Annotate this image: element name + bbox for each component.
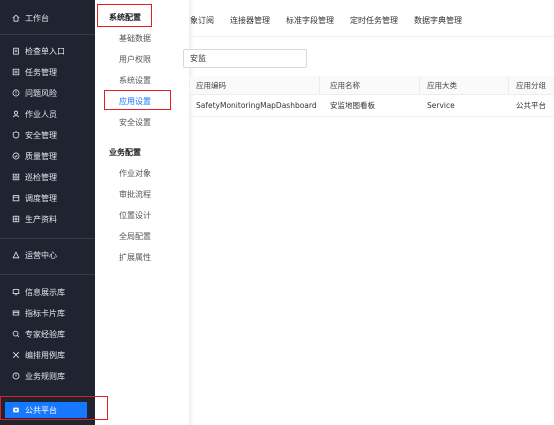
expert-icon <box>10 330 22 338</box>
sidebar-item-workers[interactable]: 作业人员 <box>0 106 95 122</box>
sidebar-item-label: 编排用例库 <box>25 350 65 360</box>
quality-icon <box>10 152 22 160</box>
sidebar-item-quality[interactable]: 质量管理 <box>0 148 95 164</box>
platform-icon <box>10 406 22 414</box>
sidebar-item-safety[interactable]: 安全管理 <box>0 127 95 143</box>
flyout-group-title: 业务配置 <box>109 148 141 157</box>
sidebar-item-label: 信息展示库 <box>25 287 65 297</box>
tab-scheduled-tasks[interactable]: 定时任务管理 <box>350 15 398 26</box>
sidebar-item-expert[interactable]: 专家经验库 <box>0 326 95 342</box>
flyout-item-location-design[interactable]: 位置设计 <box>119 210 151 221</box>
sidebar-item-label: 巡检管理 <box>25 172 57 182</box>
tab-connector-management[interactable]: 连接器管理 <box>230 15 270 26</box>
inspect-icon <box>10 173 22 181</box>
sidebar-item-label: 调度管理 <box>25 193 57 203</box>
flyout-item-user-permissions[interactable]: 用户权限 <box>119 54 151 65</box>
flyout-item-system-settings[interactable]: 系统设置 <box>119 75 151 86</box>
sidebar-item-business-rules[interactable]: 业务规则库 <box>0 368 95 384</box>
rule-icon <box>10 372 22 380</box>
sidebar-item-orchestration[interactable]: 编排用例库 <box>0 347 95 363</box>
sidebar-item-label: 指标卡片库 <box>25 308 65 318</box>
tab-bar-divider <box>190 36 554 37</box>
flyout-item-security-settings[interactable]: 安全设置 <box>119 117 151 128</box>
sidebar-divider <box>0 274 95 275</box>
sidebar-item-label: 业务规则库 <box>25 371 65 381</box>
ops-icon <box>10 251 22 259</box>
flyout-item-basic-data[interactable]: 基础数据 <box>119 33 151 44</box>
flyout-item-extended-attributes[interactable]: 扩展属性 <box>119 252 151 263</box>
tab-standard-fields[interactable]: 标准字段管理 <box>286 15 334 26</box>
sidebar-item-workbench[interactable]: 工作台 <box>0 10 95 26</box>
sidebar-item-label: 检查单入口 <box>25 46 65 56</box>
sidebar-item-label: 生产资料 <box>25 214 57 224</box>
user-icon <box>10 110 22 118</box>
material-icon <box>10 215 22 223</box>
sidebar-divider <box>0 238 95 239</box>
sidebar-divider <box>0 34 95 35</box>
sidebar-item-label: 质量管理 <box>25 151 57 161</box>
sidebar-item-label: 工作台 <box>25 13 49 23</box>
search-input[interactable] <box>183 49 307 68</box>
sidebar-item-ops-center[interactable]: 运营中心 <box>0 247 95 263</box>
sidebar-item-public-platform[interactable]: 公共平台 <box>5 402 87 418</box>
top-tab-bar: 象订阅 连接器管理 标准字段管理 定时任务管理 数据字典管理 <box>190 10 478 30</box>
flyout-group-title: 系统配置 <box>109 13 141 22</box>
sidebar-item-dispatch[interactable]: 调度管理 <box>0 190 95 206</box>
app-table: 应用编码 应用名称 应用大类 应用分组 SafetyMonitoringMapD… <box>190 76 554 117</box>
sidebar-item-label: 作业人员 <box>25 109 57 119</box>
schedule-icon <box>10 194 22 202</box>
table-row[interactable]: SafetyMonitoringMapDashboard 安监地图看板 Serv… <box>190 95 554 117</box>
sidebar-item-label: 安全管理 <box>25 130 57 140</box>
flyout-item-global-config[interactable]: 全局配置 <box>119 231 151 242</box>
tab-data-dictionary[interactable]: 数据字典管理 <box>414 15 462 26</box>
sidebar-item-info-display[interactable]: 信息展示库 <box>0 284 95 300</box>
cell-app-name: 安监地图看板 <box>330 101 375 110</box>
column-divider <box>508 76 509 94</box>
cell-app-group: 公共平台 <box>516 101 546 110</box>
column-divider <box>319 76 320 94</box>
sidebar-item-label: 公共平台 <box>25 405 57 415</box>
sidebar-item-tasks[interactable]: 任务管理 <box>0 64 95 80</box>
flyout-item-work-objects[interactable]: 作业对象 <box>119 168 151 179</box>
sidebar-item-inspection[interactable]: 巡检管理 <box>0 169 95 185</box>
display-icon <box>10 288 22 296</box>
column-header-app-name[interactable]: 应用名称 <box>330 76 360 94</box>
table-header: 应用编码 应用名称 应用大类 应用分组 <box>190 76 554 95</box>
flyout-item-app-settings[interactable]: 应用设置 <box>119 96 151 107</box>
sidebar-item-checklist[interactable]: 检查单入口 <box>0 43 95 59</box>
sidebar-item-label: 专家经验库 <box>25 329 65 339</box>
card-icon <box>10 309 22 317</box>
main-sidebar: 工作台 检查单入口 任务管理 问题风险 作业人员 安全管理 质量管理 巡检管理 … <box>0 0 95 425</box>
task-icon <box>10 68 22 76</box>
column-divider <box>419 76 420 94</box>
warning-icon <box>10 89 22 97</box>
sidebar-item-label: 运营中心 <box>25 250 57 260</box>
app-window: 工作台 检查单入口 任务管理 问题风险 作业人员 安全管理 质量管理 巡检管理 … <box>0 0 554 425</box>
orchestrate-icon <box>10 351 22 359</box>
sidebar-item-risks[interactable]: 问题风险 <box>0 85 95 101</box>
column-header-app-code[interactable]: 应用编码 <box>196 76 226 94</box>
sidebar-item-label: 任务管理 <box>25 67 57 77</box>
home-icon <box>10 14 22 22</box>
flyout-item-approval-flow[interactable]: 审批流程 <box>119 189 151 200</box>
tab-object-subscription[interactable]: 象订阅 <box>190 15 214 26</box>
sidebar-item-materials[interactable]: 生产资料 <box>0 211 95 227</box>
cell-app-code: SafetyMonitoringMapDashboard <box>196 101 317 110</box>
clipboard-icon <box>10 47 22 55</box>
cell-app-category: Service <box>427 101 455 110</box>
column-header-app-group[interactable]: 应用分组 <box>516 76 546 94</box>
sidebar-item-metric-cards[interactable]: 指标卡片库 <box>0 305 95 321</box>
shield-icon <box>10 131 22 139</box>
sidebar-item-label: 问题风险 <box>25 88 57 98</box>
column-header-app-category[interactable]: 应用大类 <box>427 76 457 94</box>
settings-flyout-menu: 系统配置 基础数据 用户权限 系统设置 应用设置 安全设置 业务配置 作业对象 … <box>95 0 190 425</box>
